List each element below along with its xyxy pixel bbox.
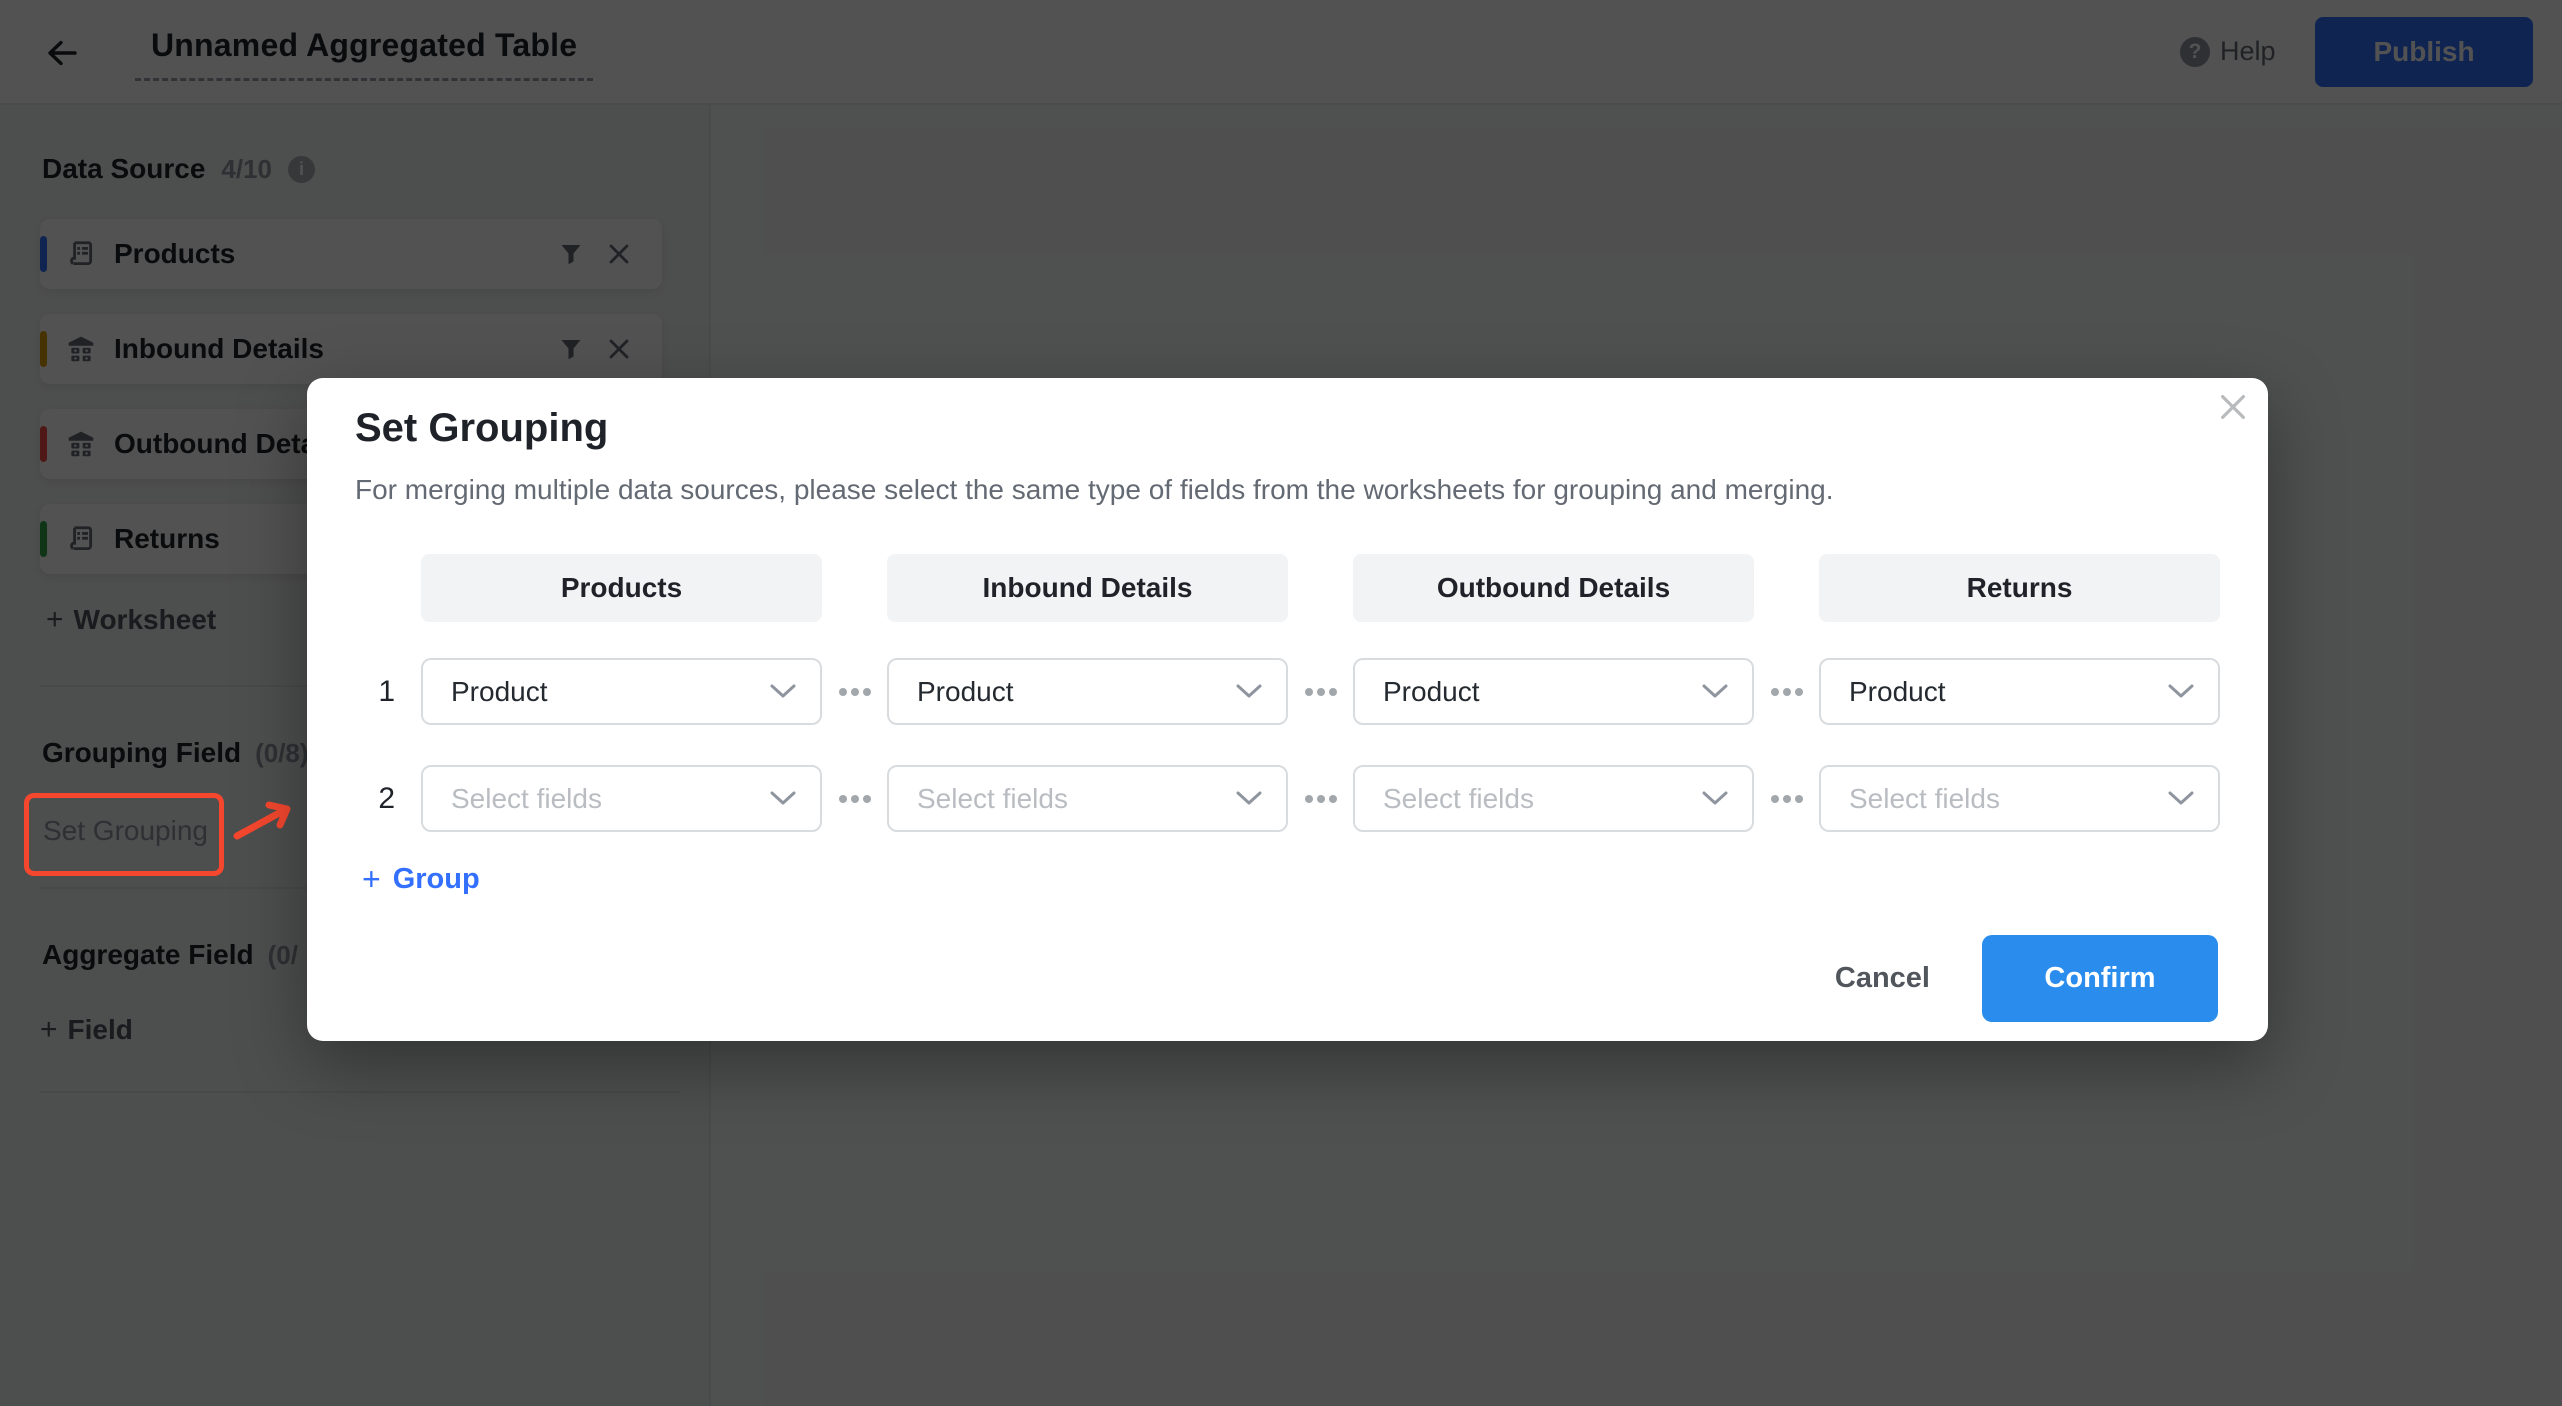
app-root: Unnamed Aggregated Table ? Help Publish …: [0, 0, 2562, 1406]
selected-field: Product: [1383, 676, 1702, 708]
chevron-down-icon: [1236, 684, 1262, 699]
field-select-products-2[interactable]: Select fields: [421, 765, 822, 832]
field-placeholder: Select fields: [451, 783, 770, 815]
selected-field: Product: [917, 676, 1236, 708]
chevron-down-icon: [770, 791, 796, 806]
field-placeholder: Select fields: [1849, 783, 2168, 815]
link-dots-icon: [839, 688, 871, 696]
add-group-button[interactable]: + Group: [362, 861, 480, 898]
field-select-inbound-1[interactable]: Product: [887, 658, 1288, 725]
set-grouping-highlight-box: [24, 793, 224, 876]
field-placeholder: Select fields: [1383, 783, 1702, 815]
column-header-inbound-details: Inbound Details: [887, 554, 1288, 622]
link-dots-icon: [839, 795, 871, 803]
plus-icon: +: [362, 861, 381, 898]
chevron-down-icon: [1702, 684, 1728, 699]
grouping-row-1: 1 Product Product Product Product: [355, 658, 2225, 725]
field-select-outbound-1[interactable]: Product: [1353, 658, 1754, 725]
close-icon[interactable]: [2218, 392, 2248, 422]
chevron-down-icon: [1702, 791, 1728, 806]
grouping-row-2: 2 Select fields Select fields Select fie…: [355, 765, 2225, 832]
field-select-returns-1[interactable]: Product: [1819, 658, 2220, 725]
row-index: 2: [378, 782, 421, 816]
field-placeholder: Select fields: [917, 783, 1236, 815]
grouping-table: Products Inbound Details Outbound Detail…: [355, 554, 2225, 832]
cancel-button[interactable]: Cancel: [1835, 962, 1930, 995]
link-dots-icon: [1305, 795, 1337, 803]
row-index: 1: [378, 675, 421, 709]
set-grouping-modal: Set Grouping For merging multiple data s…: [307, 378, 2268, 1041]
column-header-outbound-details: Outbound Details: [1353, 554, 1754, 622]
link-dots-icon: [1771, 688, 1803, 696]
column-header-products: Products: [421, 554, 822, 622]
annotation-arrow-icon: [230, 798, 302, 842]
link-dots-icon: [1305, 688, 1337, 696]
chevron-down-icon: [1236, 791, 1262, 806]
column-header-row: Products Inbound Details Outbound Detail…: [355, 554, 2225, 622]
chevron-down-icon: [770, 684, 796, 699]
chevron-down-icon: [2168, 791, 2194, 806]
link-dots-icon: [1771, 795, 1803, 803]
selected-field: Product: [1849, 676, 2168, 708]
field-select-returns-2[interactable]: Select fields: [1819, 765, 2220, 832]
chevron-down-icon: [2168, 684, 2194, 699]
selected-field: Product: [451, 676, 770, 708]
column-header-returns: Returns: [1819, 554, 2220, 622]
modal-description: For merging multiple data sources, pleas…: [355, 474, 1834, 506]
field-select-products-1[interactable]: Product: [421, 658, 822, 725]
confirm-button[interactable]: Confirm: [1982, 935, 2218, 1022]
field-select-inbound-2[interactable]: Select fields: [887, 765, 1288, 832]
field-select-outbound-2[interactable]: Select fields: [1353, 765, 1754, 832]
add-group-label: Group: [393, 863, 480, 896]
modal-title: Set Grouping: [355, 406, 608, 451]
